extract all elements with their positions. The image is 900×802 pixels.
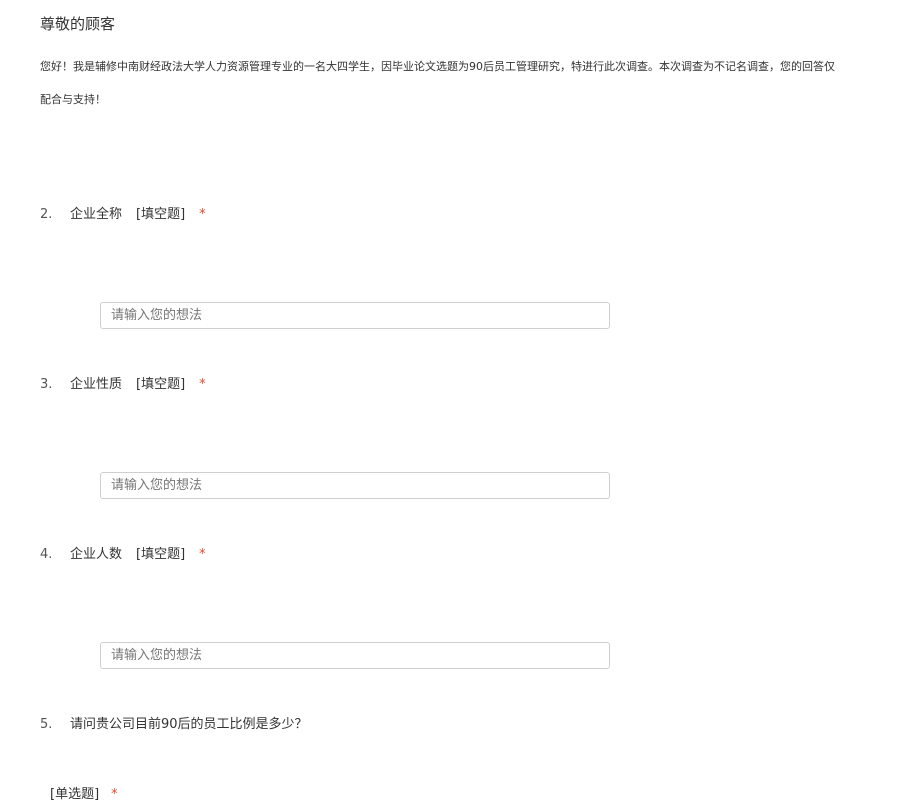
question-number: 5. [40, 717, 53, 732]
question-2-header: 2. 企业全称 [填空题] * [40, 203, 206, 222]
question-5-header: 5. 请问贵公司目前90后的员工比例是多少？ [40, 713, 308, 732]
question-text: 企业全称 [70, 207, 123, 222]
required-mark: * [199, 207, 206, 222]
company-size-input[interactable] [100, 642, 610, 669]
required-mark: * [199, 377, 206, 392]
question-number: 3. [40, 377, 53, 392]
question-4-header: 4. 企业人数 [填空题] * [40, 543, 206, 562]
question-text: 企业人数 [70, 547, 123, 562]
question-5-type-row: [单选题] * [50, 783, 118, 802]
survey-title: 尊敬的顾客 [40, 15, 116, 33]
required-mark: * [199, 547, 206, 562]
question-3-header: 3. 企业性质 [填空题] * [40, 373, 206, 392]
question-type: [填空题] [136, 377, 186, 392]
question-number: 2. [40, 207, 53, 222]
company-nature-input[interactable] [100, 472, 610, 499]
survey-intro-line-1: 您好！我是辅修中南财经政法大学人力资源管理专业的一名大四学生，因毕业论文选题为9… [40, 60, 835, 73]
question-text: 企业性质 [70, 377, 123, 392]
survey-intro-line-2: 配合与支持！ [40, 93, 106, 106]
company-name-input[interactable] [100, 302, 610, 329]
question-text: 请问贵公司目前90后的员工比例是多少？ [70, 717, 308, 732]
question-type: [填空题] [136, 547, 186, 562]
question-type: [填空题] [136, 207, 186, 222]
question-number: 4. [40, 547, 53, 562]
